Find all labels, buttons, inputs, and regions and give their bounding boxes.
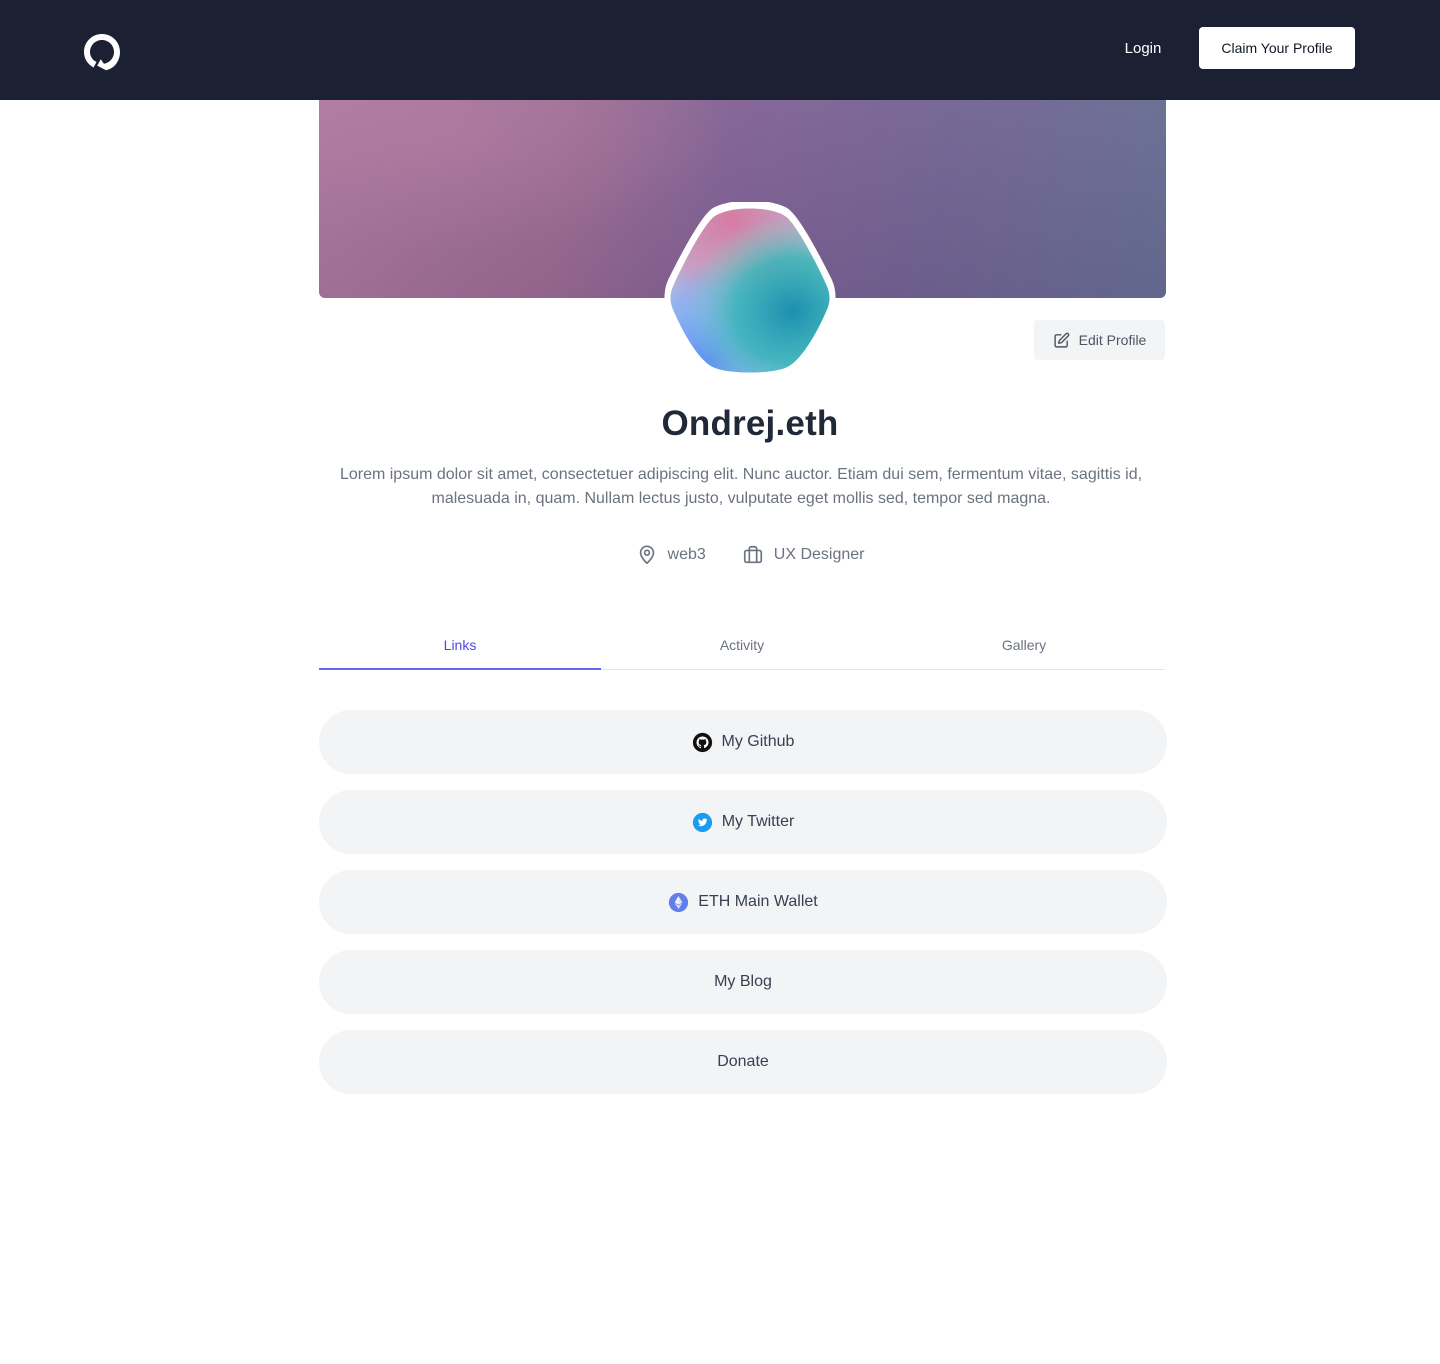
location-pin-icon bbox=[636, 544, 658, 566]
link-donate-button[interactable]: Donate bbox=[319, 1030, 1167, 1094]
link-twitter-button[interactable]: My Twitter bbox=[319, 790, 1167, 854]
tab-gallery[interactable]: Gallery bbox=[883, 621, 1165, 669]
edit-icon bbox=[1053, 332, 1070, 349]
link-label: ETH Main Wallet bbox=[698, 893, 818, 910]
location-item: web3 bbox=[636, 544, 706, 566]
claim-profile-button[interactable]: Claim Your Profile bbox=[1199, 27, 1355, 69]
link-label: My Twitter bbox=[721, 813, 795, 830]
brand-logo-icon[interactable] bbox=[82, 32, 122, 72]
edit-profile-button[interactable]: Edit Profile bbox=[1034, 320, 1165, 360]
link-label: My Github bbox=[721, 733, 795, 750]
link-label: Donate bbox=[717, 1053, 769, 1070]
edit-profile-label: Edit Profile bbox=[1078, 332, 1147, 348]
link-github-button[interactable]: My Github bbox=[319, 710, 1167, 774]
top-navbar: Login Claim Your Profile bbox=[0, 0, 1440, 100]
link-label: My Blog bbox=[714, 973, 772, 990]
tab-activity[interactable]: Activity bbox=[601, 621, 883, 669]
briefcase-icon bbox=[742, 544, 764, 566]
profile-bio: Lorem ipsum dolor sit amet, consectetuer… bbox=[339, 466, 1143, 507]
profile-meta: web3 UX Designer bbox=[319, 541, 1181, 569]
avatar bbox=[653, 200, 847, 379]
role-text: UX Designer bbox=[773, 546, 865, 563]
login-link[interactable]: Login bbox=[1112, 36, 1174, 60]
twitter-icon bbox=[692, 812, 713, 833]
role-item: UX Designer bbox=[742, 544, 865, 566]
link-blog-button[interactable]: My Blog bbox=[319, 950, 1167, 1014]
location-text: web3 bbox=[667, 546, 706, 563]
link-eth-wallet-button[interactable]: ETH Main Wallet bbox=[319, 870, 1167, 934]
github-icon bbox=[692, 732, 713, 753]
ethereum-icon bbox=[668, 892, 689, 913]
profile-name: Ondrej.eth bbox=[661, 404, 839, 443]
profile-tabs: Links Activity Gallery bbox=[319, 621, 1165, 670]
links-list: My Github My Twitter ETH Main Wallet My … bbox=[319, 710, 1167, 1110]
tab-links[interactable]: Links bbox=[319, 621, 601, 670]
